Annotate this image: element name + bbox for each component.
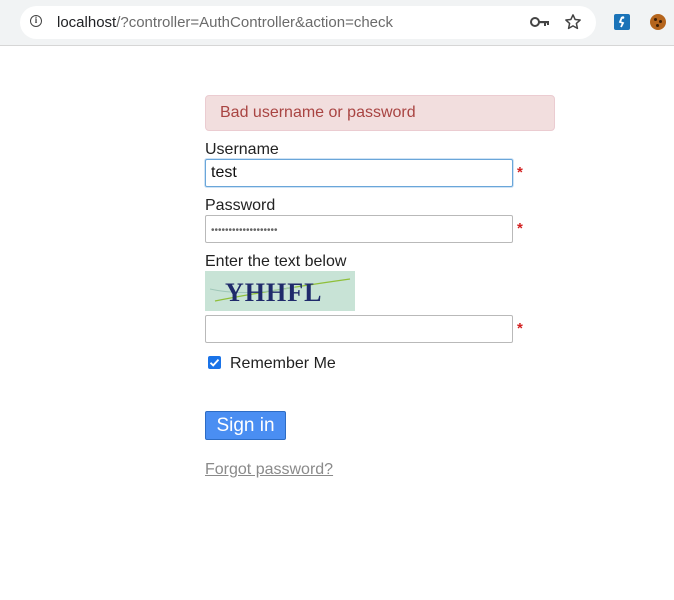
captcha-text: YHHFL [225,278,322,307]
password-required-marker: * [517,220,523,237]
password-field[interactable]: ••••••••••••••••••• [205,215,513,243]
captcha-label: Enter the text below [205,253,347,270]
checkmark-icon [209,358,220,367]
password-key-icon[interactable] [530,15,550,29]
extension-icon[interactable] [614,14,630,30]
username-required-marker: * [517,164,523,181]
remember-me-label[interactable]: Remember Me [230,355,336,373]
username-field[interactable]: test [205,159,513,187]
captcha-required-marker: * [517,320,523,337]
url-host: localhost [57,14,117,31]
url-text[interactable]: localhost/?controller=AuthController&act… [57,14,393,31]
error-alert: Bad username or password [205,95,555,131]
forgot-password-link[interactable]: Forgot password? [205,461,333,479]
browser-toolbar: i localhost/?controller=AuthController&a… [0,0,674,46]
site-info-icon[interactable]: i [30,15,42,27]
checkbox-box[interactable] [208,356,221,369]
captcha-field[interactable] [205,315,513,343]
bookmark-star-icon[interactable] [564,13,582,31]
password-mask: ••••••••••••••••••• [211,225,278,236]
sign-in-button[interactable]: Sign in [205,411,286,440]
username-label: Username [205,141,279,158]
captcha-image: YHHFL [205,271,355,311]
cookie-extension-icon[interactable] [650,14,666,30]
url-path: /?controller=AuthController&action=check [116,14,394,31]
password-label: Password [205,197,276,214]
address-bar[interactable]: i localhost/?controller=AuthController&a… [20,6,596,39]
